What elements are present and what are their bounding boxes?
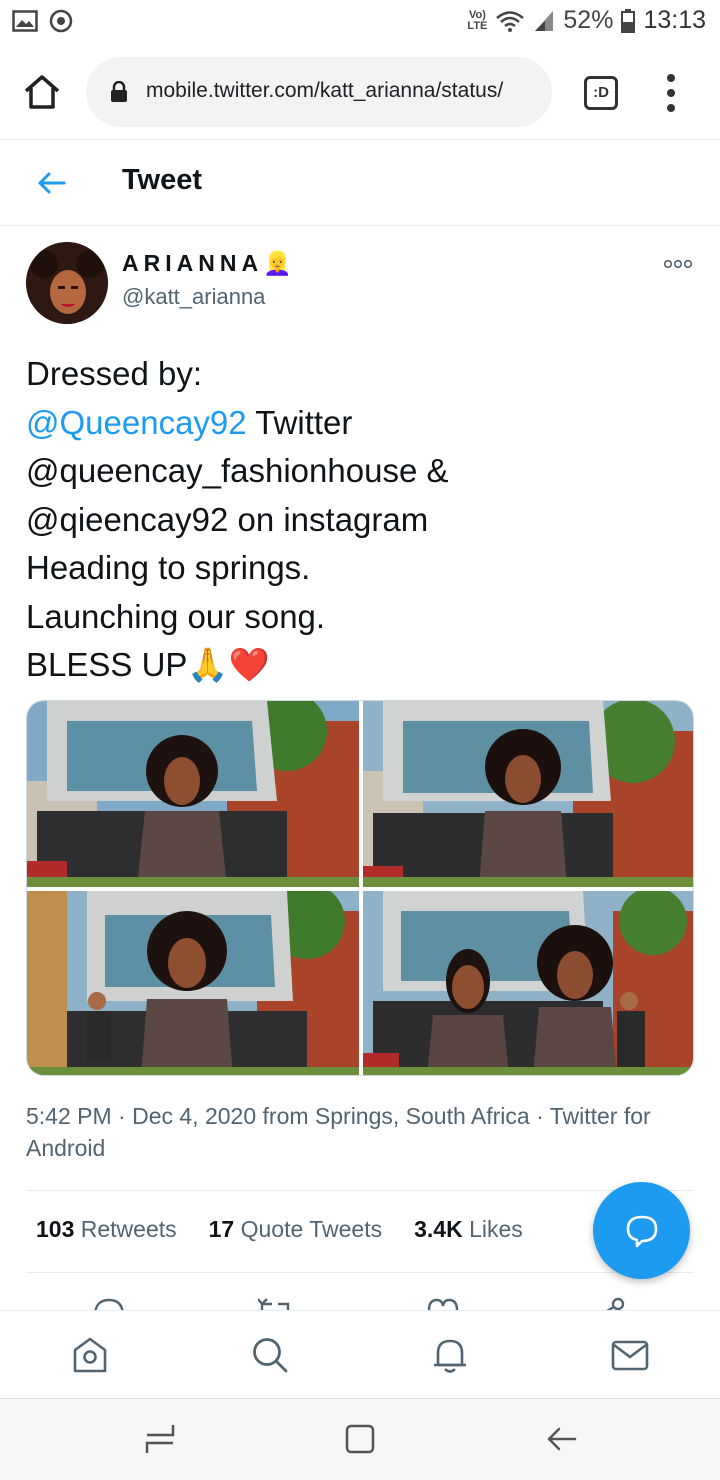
volte-indicator: Vo) LTE — [467, 8, 488, 32]
tweet-timestamp: 5:42 PM · Dec 4, 2020 from Springs, Sout… — [26, 1100, 696, 1164]
arrow-left-icon[interactable] — [34, 166, 68, 200]
divider — [26, 1272, 694, 1273]
bottom-navigation — [0, 1310, 720, 1398]
compose-message-icon — [626, 1215, 658, 1248]
timestamp-text[interactable]: 5:42 PM · Dec 4, 2020 from Springs, Sout… — [26, 1103, 550, 1129]
tweet-photo-1[interactable] — [27, 701, 359, 887]
display-name[interactable]: ARIANNA👱‍♀️ — [122, 250, 297, 277]
tweet-line-text: Twitter — [246, 403, 353, 441]
more-horizontal-icon[interactable] — [664, 258, 692, 270]
gallery-icon — [12, 10, 38, 32]
sync-icon — [49, 9, 73, 33]
address-bar[interactable]: mobile.twitter.com/katt_arianna/status/ — [86, 57, 552, 127]
bell-icon[interactable] — [430, 1335, 470, 1375]
photo-grid — [26, 700, 694, 1076]
divider — [26, 1190, 694, 1191]
retweets-count: 103 — [36, 1216, 75, 1242]
browser-toolbar: mobile.twitter.com/katt_arianna/status/ … — [0, 44, 720, 140]
more-vertical-icon[interactable] — [662, 74, 680, 114]
quotes-count: 17 — [208, 1216, 235, 1242]
search-icon[interactable] — [250, 1335, 290, 1375]
mail-icon[interactable] — [610, 1335, 650, 1375]
status-bar: Vo) LTE 52% 13:13 — [0, 0, 720, 44]
tweet-line: BLESS UP🙏❤️ — [26, 646, 270, 683]
page-title: Tweet — [122, 164, 203, 196]
tweet-text: Dressed by: @Queencay92 Twitter @queenca… — [26, 350, 696, 690]
engagement-stats: 103 Retweets 17 Quote Tweets 3.4K Likes — [36, 1216, 523, 1243]
mention-link[interactable]: @Queencay92 — [26, 404, 247, 441]
tweet-line: Heading to springs. — [26, 549, 311, 586]
url-text: mobile.twitter.com/katt_arianna/status/ — [146, 79, 504, 102]
tweet-line: @qieencay92 on instagram — [26, 500, 429, 538]
avatar-image — [26, 242, 108, 324]
back-button-icon[interactable] — [545, 1421, 579, 1457]
home-icon[interactable] — [22, 72, 62, 112]
lock-icon — [111, 81, 127, 102]
user-handle[interactable]: @katt_arianna — [122, 284, 265, 310]
system-navigation-bar — [0, 1398, 720, 1480]
likes-label: Likes — [469, 1216, 523, 1242]
tweet-photo-3[interactable] — [27, 891, 359, 1075]
home-icon[interactable] — [70, 1335, 110, 1375]
tweet-photo-4[interactable] — [363, 891, 693, 1075]
quotes-label: Quote Tweets — [240, 1216, 383, 1242]
recent-apps-icon[interactable] — [143, 1421, 177, 1457]
tweet-photo-2[interactable] — [363, 701, 693, 887]
tweet-line: Launching our song. — [26, 597, 326, 635]
retweets-label: Retweets — [80, 1216, 177, 1242]
home-button-icon[interactable] — [343, 1421, 377, 1457]
signal-icon — [535, 10, 554, 31]
clock: 13:13 — [643, 6, 706, 34]
tweet-header: Tweet — [0, 140, 720, 226]
compose-message-button[interactable] — [593, 1182, 690, 1279]
avatar[interactable] — [26, 242, 108, 324]
wifi-icon — [496, 10, 525, 32]
tweet-actions — [26, 1290, 694, 1312]
quote-tweets-stat[interactable]: 17 Quote Tweets — [209, 1216, 382, 1243]
tweet-line: Dressed by: — [26, 355, 203, 392]
likes-stat[interactable]: 3.4K Likes — [414, 1216, 523, 1243]
battery-percent: 52% — [563, 6, 614, 34]
likes-count: 3.4K — [414, 1216, 463, 1242]
tweet-line: @Queencay92 Twitter — [26, 399, 696, 448]
tweet-line: @queencay_fashionhouse & — [26, 452, 449, 489]
battery-icon — [621, 8, 636, 33]
retweets-stat[interactable]: 103 Retweets — [36, 1216, 177, 1243]
tabs-button[interactable]: :D — [584, 76, 618, 110]
